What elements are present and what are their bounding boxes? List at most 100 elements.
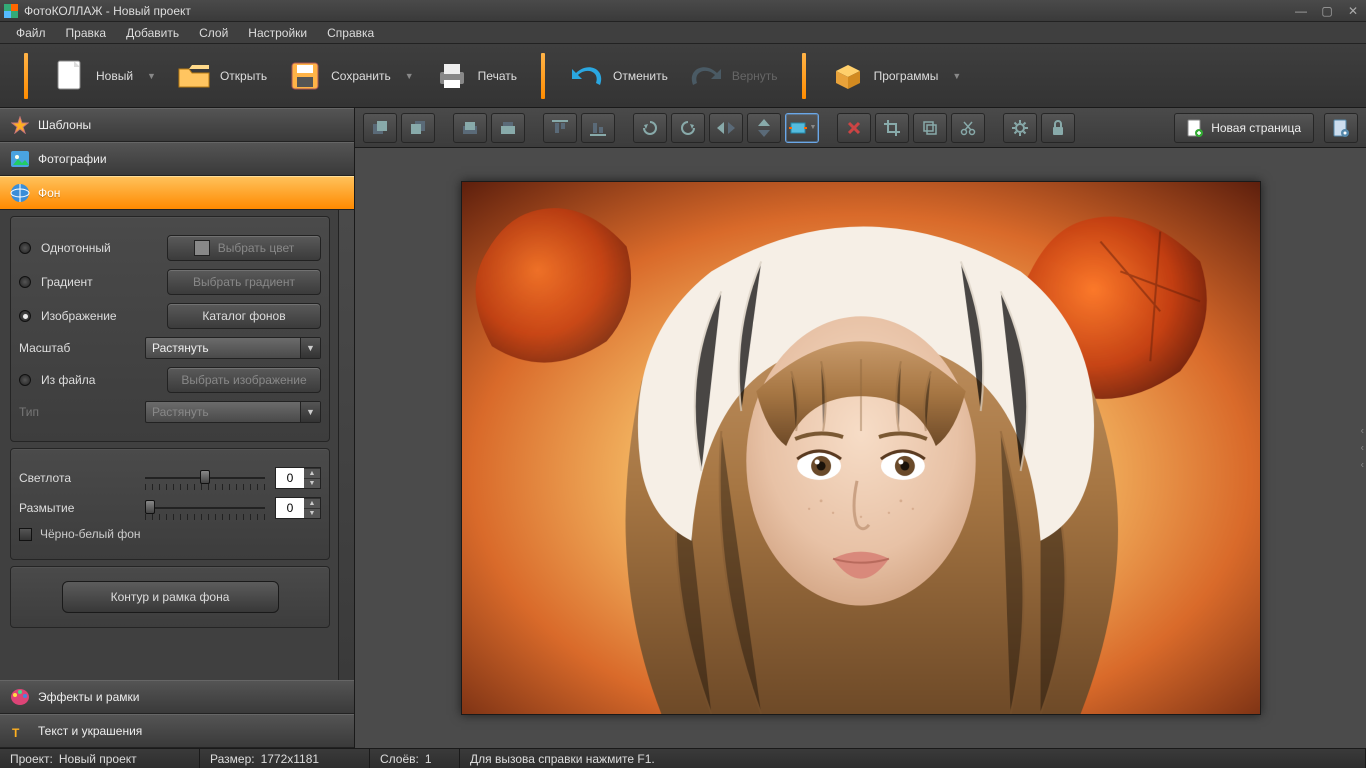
color-swatch — [194, 240, 210, 256]
programs-button[interactable]: Программы▼ — [820, 52, 972, 100]
spin-up-icon[interactable]: ▲ — [304, 498, 320, 508]
box-icon — [830, 58, 866, 94]
bg-catalog-button[interactable]: Каталог фонов — [167, 303, 321, 329]
titlebar: ФотоКОЛЛАЖ - Новый проект — ▢ ✕ — [0, 0, 1366, 22]
spin-up-icon[interactable]: ▲ — [304, 468, 320, 478]
svg-text:T: T — [12, 726, 20, 740]
minimize-button[interactable]: — — [1292, 4, 1310, 18]
lightness-value[interactable]: ▲▼ — [275, 467, 321, 489]
folder-open-icon — [176, 58, 212, 94]
redo-button[interactable]: Вернуть — [678, 52, 788, 100]
radio-image[interactable] — [19, 310, 31, 322]
align-top-icon[interactable] — [543, 113, 577, 143]
blur-slider[interactable] — [145, 498, 265, 518]
bw-label: Чёрно-белый фон — [40, 527, 141, 541]
scale-label: Масштаб — [19, 341, 135, 355]
chevron-down-icon: ▼ — [300, 402, 320, 422]
sidebar-effects[interactable]: Эффекты и рамки — [0, 680, 354, 714]
spin-down-icon[interactable]: ▼ — [304, 508, 320, 518]
checkbox-bw[interactable] — [19, 528, 32, 541]
layer-back-icon[interactable] — [401, 113, 435, 143]
icon-toolbar: ▼ Новая страница — [355, 108, 1366, 148]
undo-icon — [569, 58, 605, 94]
close-button[interactable]: ✕ — [1344, 4, 1362, 18]
layer-front-icon[interactable] — [363, 113, 397, 143]
type-label: Тип — [19, 405, 135, 419]
scale-select[interactable]: Растянуть▼ — [145, 337, 321, 359]
menu-settings[interactable]: Настройки — [238, 23, 317, 43]
menu-layer[interactable]: Слой — [189, 23, 238, 43]
open-button[interactable]: Открыть — [166, 52, 277, 100]
text-icon: T — [10, 721, 30, 741]
bg-adjust-group: Светлота ▲▼ Размытие ▲▼ Чёрно-белый фон — [10, 448, 330, 560]
scrollbar[interactable] — [338, 210, 354, 680]
menu-add[interactable]: Добавить — [116, 23, 189, 43]
menu-help[interactable]: Справка — [317, 23, 384, 43]
canvas-area[interactable]: ‹‹‹ — [355, 148, 1366, 748]
new-button[interactable]: Новый▼ — [42, 52, 166, 100]
choose-color-button[interactable]: Выбрать цвет — [167, 235, 321, 261]
spin-down-icon[interactable]: ▼ — [304, 478, 320, 488]
align-bottom-icon[interactable] — [581, 113, 615, 143]
lightness-slider[interactable] — [145, 468, 265, 488]
contour-frame-button[interactable]: Контур и рамка фона — [62, 581, 279, 613]
edge-expand[interactable]: ‹‹‹ — [1361, 426, 1364, 471]
choose-image-button[interactable]: Выбрать изображение — [167, 367, 321, 393]
radio-gradient[interactable] — [19, 276, 31, 288]
menubar: Файл Правка Добавить Слой Настройки Спра… — [0, 22, 1366, 44]
layer-down-icon[interactable] — [491, 113, 525, 143]
toolbar-separator — [24, 53, 28, 99]
status-help: Для вызова справки нажмите F1. — [460, 749, 1366, 768]
maximize-button[interactable]: ▢ — [1318, 4, 1336, 18]
type-select[interactable]: Растянуть▼ — [145, 401, 321, 423]
photo-icon — [10, 149, 30, 169]
crop-icon[interactable] — [875, 113, 909, 143]
left-panel: Шаблоны Фотографии Фон Однотонный Выбрат… — [0, 108, 355, 748]
lock-icon[interactable] — [1041, 113, 1075, 143]
sidebar-photos[interactable]: Фотографии — [0, 142, 354, 176]
layer-up-icon[interactable] — [453, 113, 487, 143]
delete-icon[interactable] — [837, 113, 871, 143]
blur-value[interactable]: ▲▼ — [275, 497, 321, 519]
chevron-down-icon: ▼ — [952, 71, 961, 81]
radio-solid[interactable] — [19, 242, 31, 254]
window-title: ФотоКОЛЛАЖ - Новый проект — [24, 4, 1292, 18]
gear-icon[interactable] — [1003, 113, 1037, 143]
chevron-down-icon: ▼ — [405, 71, 414, 81]
new-page-button[interactable]: Новая страница — [1174, 113, 1314, 143]
flip-h-icon[interactable] — [709, 113, 743, 143]
flip-v-icon[interactable] — [747, 113, 781, 143]
page-settings-icon[interactable] — [1324, 113, 1358, 143]
save-button[interactable]: Сохранить▼ — [277, 52, 424, 100]
rotate-left-icon[interactable] — [633, 113, 667, 143]
app-icon — [4, 4, 18, 18]
menu-file[interactable]: Файл — [6, 23, 56, 43]
new-file-icon — [52, 58, 88, 94]
redo-icon — [688, 58, 724, 94]
radio-from-file[interactable] — [19, 374, 31, 386]
chevron-down-icon: ▼ — [147, 71, 156, 81]
sidebar-templates[interactable]: Шаблоны — [0, 108, 354, 142]
status-bar: Проект: Новый проект Размер: 1772x1181 С… — [0, 748, 1366, 768]
fit-width-icon[interactable]: ▼ — [785, 113, 819, 143]
print-button[interactable]: Печать — [424, 52, 527, 100]
menu-edit[interactable]: Правка — [56, 23, 117, 43]
canvas[interactable] — [461, 181, 1261, 715]
chevron-down-icon: ▼ — [300, 338, 320, 358]
canvas-image — [462, 182, 1260, 714]
sidebar-text[interactable]: T Текст и украшения — [0, 714, 354, 748]
page-plus-icon — [1187, 119, 1203, 137]
undo-button[interactable]: Отменить — [559, 52, 678, 100]
lightness-label: Светлота — [19, 471, 135, 485]
sidebar-background[interactable]: Фон — [0, 176, 354, 210]
background-panel: Однотонный Выбрать цвет Градиент Выбрать… — [0, 210, 354, 680]
right-panel: ▼ Новая страница — [355, 108, 1366, 748]
bg-type-group: Однотонный Выбрать цвет Градиент Выбрать… — [10, 216, 330, 442]
rotate-right-icon[interactable] — [671, 113, 705, 143]
bg-contour-group: Контур и рамка фона — [10, 566, 330, 628]
choose-gradient-button[interactable]: Выбрать градиент — [167, 269, 321, 295]
toolbar-separator — [802, 53, 806, 99]
duplicate-icon[interactable] — [913, 113, 947, 143]
cut-icon[interactable] — [951, 113, 985, 143]
palette-icon — [10, 687, 30, 707]
